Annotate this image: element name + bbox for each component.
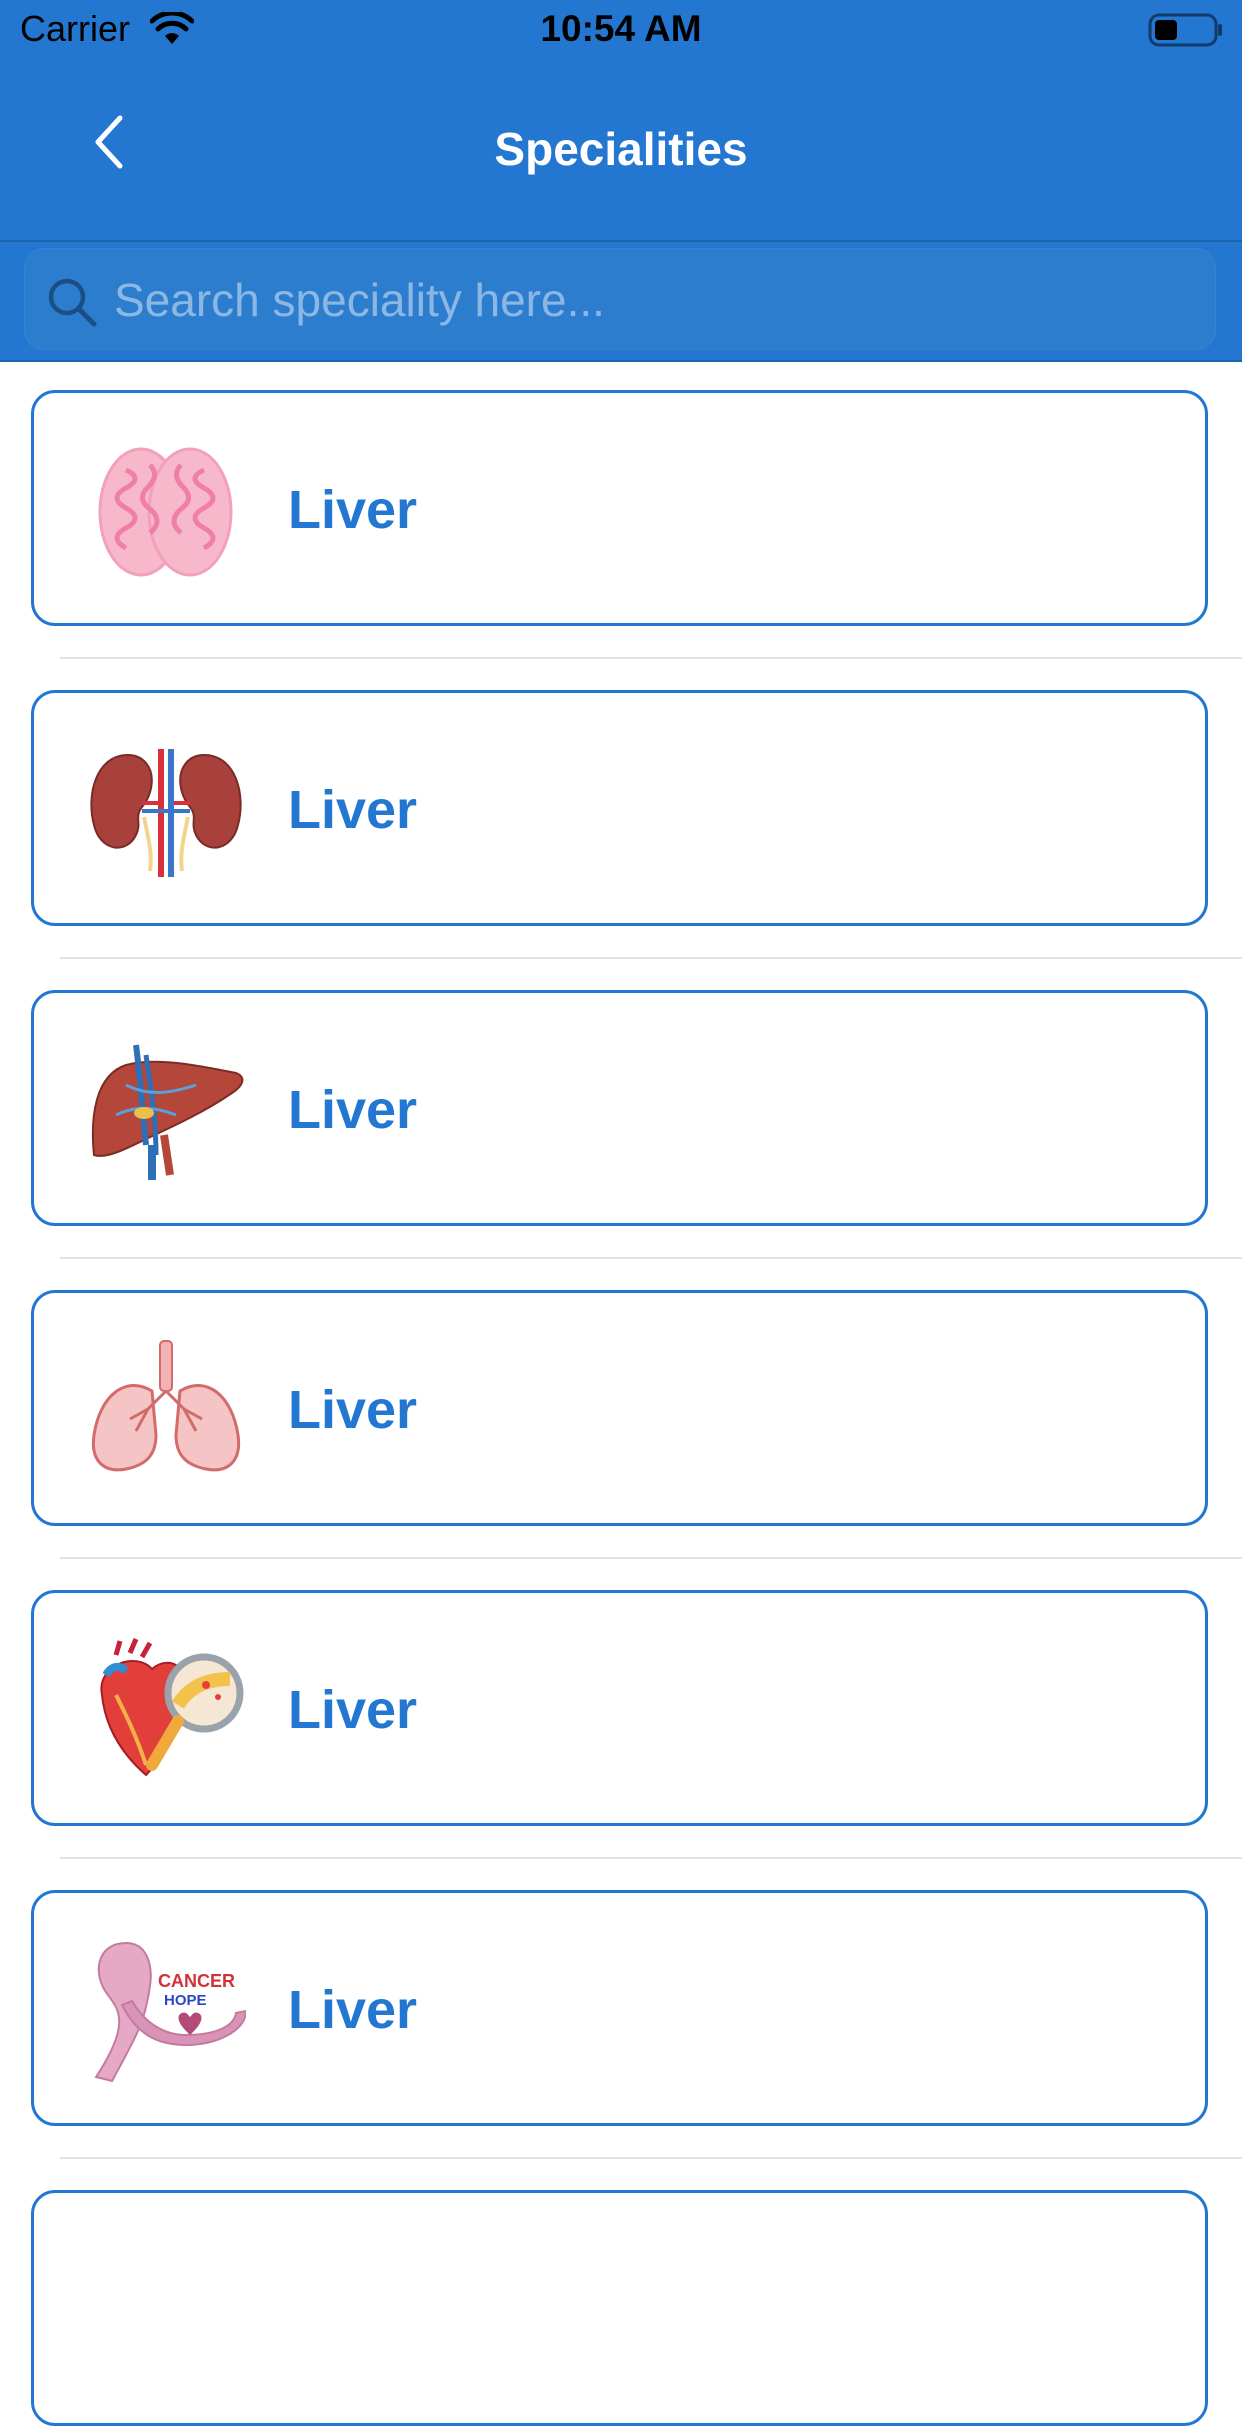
speciality-card[interactable]: CANCER HOPE Liver bbox=[31, 1890, 1208, 2126]
divider bbox=[60, 957, 1242, 959]
divider bbox=[60, 2157, 1242, 2159]
speciality-label: Liver bbox=[288, 1980, 418, 2040]
heart-magnifier-icon bbox=[86, 1635, 246, 1785]
page-title: Specialities bbox=[494, 123, 748, 175]
speciality-label: Liver bbox=[288, 1380, 418, 1440]
brain-icon bbox=[86, 435, 246, 585]
search-icon bbox=[46, 276, 98, 333]
speciality-card-partial[interactable] bbox=[31, 2190, 1208, 2426]
search-box[interactable] bbox=[24, 248, 1216, 350]
speciality-card[interactable]: Liver bbox=[31, 390, 1208, 626]
kidney-icon bbox=[86, 735, 246, 885]
navigation-bar: Specialities bbox=[0, 62, 1242, 242]
speciality-label: Liver bbox=[288, 780, 418, 840]
ribbon-text-cancer: CANCER bbox=[158, 1971, 235, 1991]
divider bbox=[60, 1557, 1242, 1559]
search-input[interactable] bbox=[112, 264, 1196, 336]
divider bbox=[60, 1257, 1242, 1259]
speciality-card[interactable]: Liver bbox=[31, 690, 1208, 926]
divider bbox=[60, 657, 1242, 659]
cancer-ribbon-icon: CANCER HOPE bbox=[86, 1935, 248, 2085]
speciality-label: Liver bbox=[288, 1080, 418, 1140]
speciality-card[interactable]: Liver bbox=[31, 990, 1208, 1226]
speciality-label: Liver bbox=[288, 1680, 418, 1740]
battery-icon bbox=[1148, 12, 1224, 53]
lungs-icon bbox=[86, 1335, 246, 1485]
liver-icon bbox=[86, 1035, 246, 1185]
speciality-label: Liver bbox=[288, 480, 418, 540]
search-bar bbox=[0, 242, 1242, 362]
divider bbox=[60, 1857, 1242, 1859]
clock: 10:54 AM bbox=[540, 8, 702, 49]
speciality-card[interactable]: Liver bbox=[31, 1590, 1208, 1826]
speciality-card[interactable]: Liver bbox=[31, 1290, 1208, 1526]
ribbon-text-hope: HOPE bbox=[164, 1992, 207, 2009]
status-bar: Carrier 10:54 AM bbox=[0, 0, 1242, 62]
